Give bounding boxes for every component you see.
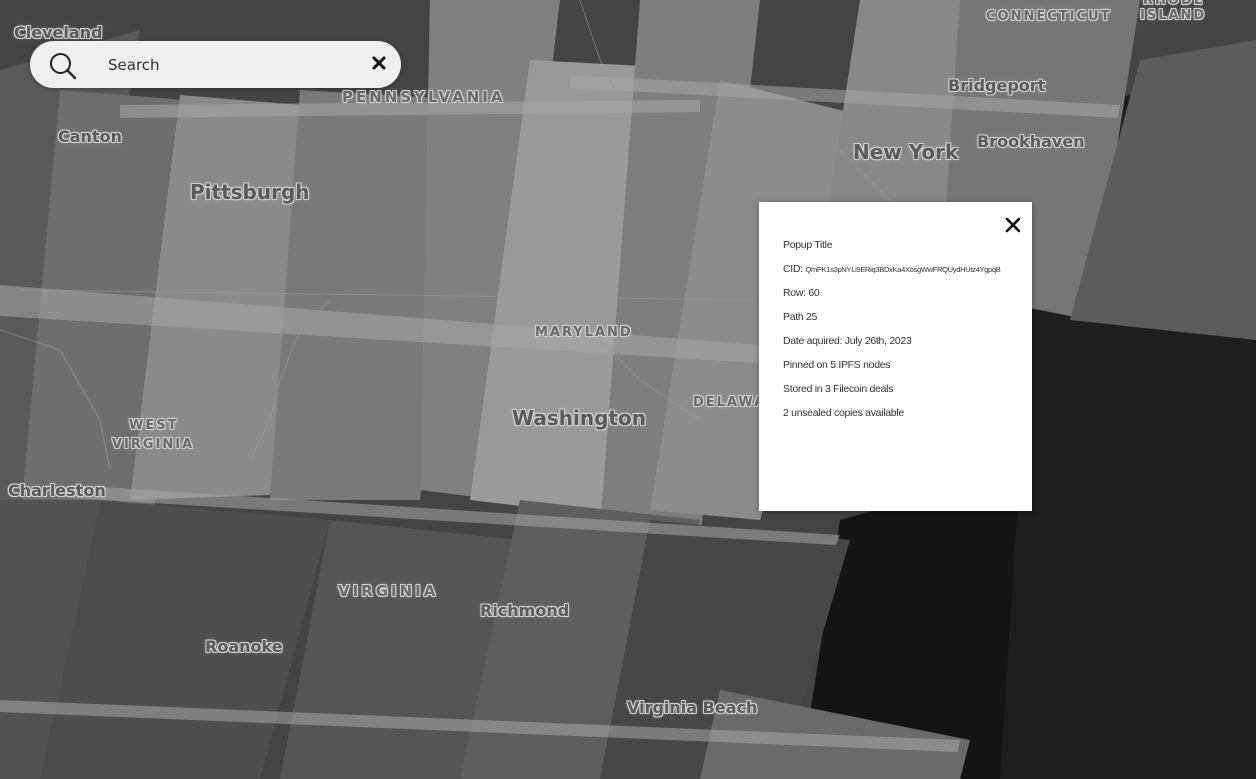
close-icon[interactable] (368, 52, 390, 74)
place-label-richmond: Richmond (480, 601, 570, 620)
popup-cid-label: CID: (783, 263, 803, 275)
place-label-roanoke: Roanoke (205, 637, 283, 656)
place-label-rhode-island-1: RHODE (1143, 0, 1205, 8)
place-label-washington: Washington (512, 406, 646, 430)
place-label-west-virginia-2: VIRGINIA (112, 437, 195, 452)
place-label-bridgeport: Bridgeport (948, 76, 1046, 95)
place-label-charleston: Charleston (8, 481, 106, 500)
info-popup: Popup Title CID: QmPK1s3pNYLi9ERiq3BDxKa… (759, 202, 1032, 511)
place-label-maryland: MARYLAND (535, 325, 633, 340)
popup-row: Row: 60 (783, 287, 820, 299)
place-label-west-virginia-1: WEST (129, 418, 179, 433)
popup-body: Popup Title CID: QmPK1s3pNYLi9ERiq3BDxKa… (783, 238, 1022, 430)
popup-copies: 2 unsealed copies available (783, 407, 904, 419)
map-canvas[interactable]: Cleveland Canton Pittsburgh PENNSYLVANIA… (0, 0, 1256, 779)
place-label-pittsburgh: Pittsburgh (190, 180, 310, 204)
place-label-delaware: DELAWA (693, 395, 767, 410)
place-label-canton: Canton (58, 127, 122, 146)
search-input[interactable] (100, 50, 366, 80)
place-label-pennsylvania: PENNSYLVANIA (342, 88, 506, 106)
close-icon[interactable] (1004, 216, 1022, 234)
popup-stored: Stored in 3 Filecoin deals (783, 383, 894, 395)
popup-cid: CID: QmPK1s3pNYLi9ERiq3BDxKa4XosgWwFRQUy… (783, 262, 1022, 286)
place-label-rhode-island-2: ISLAND (1140, 8, 1207, 23)
satellite-footprint-layer (0, 0, 1256, 779)
place-label-cleveland: Cleveland (14, 23, 103, 42)
popup-cid-value: QmPK1s3pNYLi9ERiq3BDxKa4XosgWwFRQUydHUtz… (805, 265, 1001, 274)
place-label-new-york: New York (853, 140, 959, 164)
search-icon[interactable] (48, 51, 78, 81)
place-label-connecticut: CONNECTICUT (986, 9, 1112, 24)
popup-pinned: Pinned on 5 IPFS nodes (783, 359, 891, 371)
place-label-virginia: VIRGINIA (338, 582, 439, 600)
popup-date: Date aquired: July 26th, 2023 (783, 335, 912, 347)
place-label-brookhaven: Brookhaven (977, 132, 1085, 151)
place-label-virginia-beach: Virginia Beach (627, 698, 758, 717)
popup-title: Popup Title (783, 239, 833, 251)
popup-path: Path 25 (783, 311, 818, 323)
